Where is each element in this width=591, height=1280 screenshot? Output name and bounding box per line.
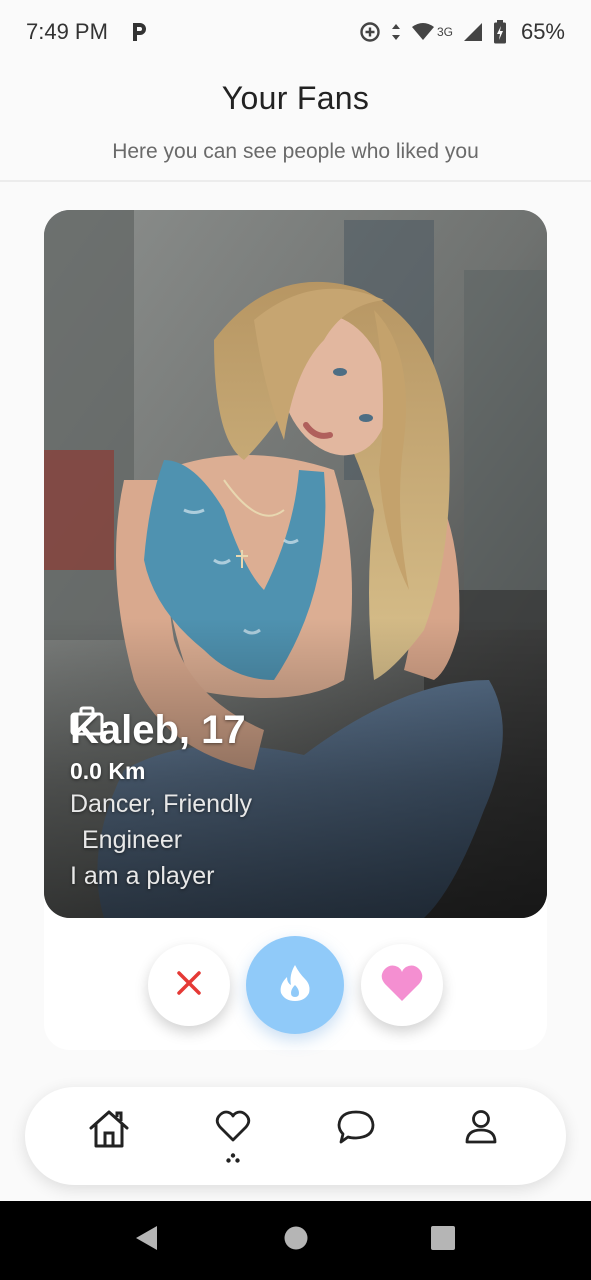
back-button[interactable] xyxy=(130,1201,162,1280)
superlike-button[interactable] xyxy=(246,936,344,1034)
profile-job: Engineer xyxy=(70,706,252,858)
profile-photo[interactable]: Kaleb, 17 0.0 Km Dancer, Friendly Engine… xyxy=(44,210,547,918)
page-subtitle: Here you can see people who liked you xyxy=(112,140,479,163)
home-circle-icon xyxy=(283,1225,309,1256)
profile-info: Kaleb, 17 0.0 Km Dancer, Friendly Engine… xyxy=(70,706,252,894)
close-icon xyxy=(175,969,203,1002)
recents-square-icon xyxy=(430,1225,456,1256)
profile-job-label: Engineer xyxy=(82,826,183,854)
nav-home[interactable] xyxy=(86,1109,132,1165)
flame-icon xyxy=(277,963,313,1008)
data-arrows-icon xyxy=(391,22,401,42)
heart-icon xyxy=(380,963,424,1008)
battery-icon xyxy=(493,20,507,44)
parking-icon xyxy=(130,21,148,43)
signal-icon xyxy=(463,22,483,42)
dislike-button[interactable] xyxy=(148,944,230,1026)
profile-tags: Dancer, Friendly xyxy=(70,790,253,818)
like-button[interactable] xyxy=(361,944,443,1026)
home-icon xyxy=(88,1109,130,1154)
page-title: Your Fans xyxy=(221,80,370,116)
android-nav-bar xyxy=(0,1201,591,1280)
profile-distance: 0.0 Km xyxy=(70,758,146,784)
profile-bio: I am a player xyxy=(70,862,215,890)
battery-percent: 65% xyxy=(520,19,565,44)
wifi-icon xyxy=(411,22,435,42)
chat-icon xyxy=(336,1109,376,1150)
status-time: 7:49 PM xyxy=(26,19,108,44)
home-nav-button[interactable] xyxy=(280,1201,312,1280)
active-indicator-icon xyxy=(226,1150,240,1168)
user-icon xyxy=(464,1109,498,1150)
bottom-nav xyxy=(25,1087,566,1185)
status-left: 7:49 PM xyxy=(26,19,148,45)
recents-button[interactable] xyxy=(428,1201,458,1280)
nav-chat[interactable] xyxy=(333,1109,379,1165)
page-header: Your Fans Here you can see people who li… xyxy=(0,64,591,182)
nav-profile[interactable] xyxy=(458,1109,504,1165)
nav-likes[interactable] xyxy=(210,1109,256,1165)
heart-outline-icon xyxy=(215,1109,251,1148)
network-type: 3G xyxy=(436,25,453,39)
status-right: 3G 65% xyxy=(359,19,565,45)
data-saver-icon xyxy=(359,21,381,43)
status-bar: 7:49 PM 3G 65% xyxy=(0,0,591,64)
profile-card[interactable]: Kaleb, 17 0.0 Km Dancer, Friendly Engine… xyxy=(44,210,547,1050)
back-triangle-icon xyxy=(133,1224,159,1257)
